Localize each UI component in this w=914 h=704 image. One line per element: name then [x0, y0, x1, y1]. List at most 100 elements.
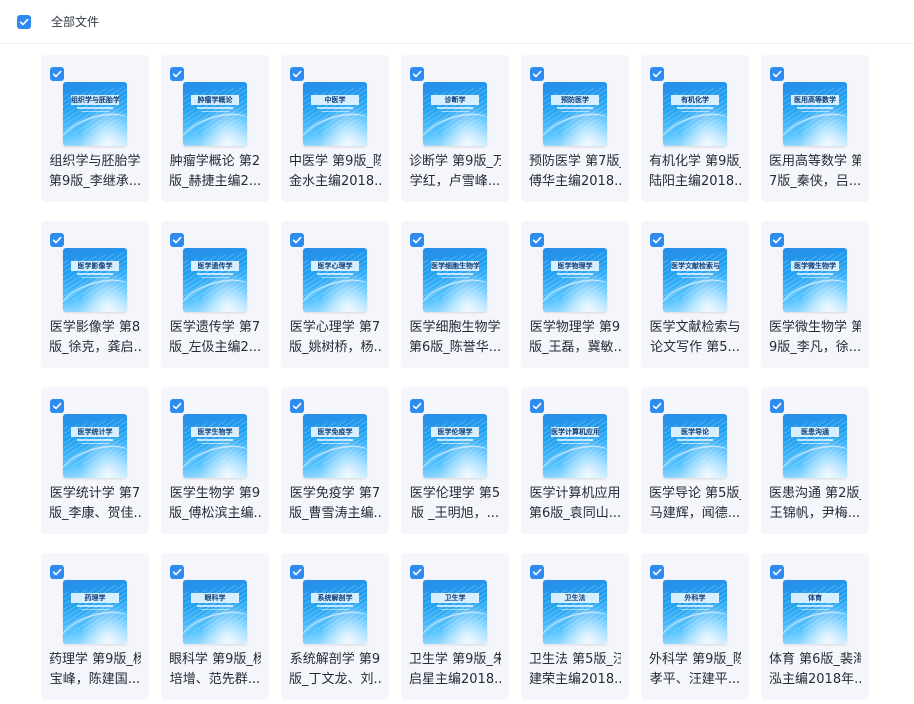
file-card[interactable]: 体育体育 第6版_裴海 泓主编2018年...: [761, 553, 869, 700]
book-cover-thumbnail[interactable]: 外科学: [663, 580, 727, 644]
book-cover-thumbnail[interactable]: 医学遗传学: [183, 248, 247, 312]
book-cover-thumbnail[interactable]: 医学计算机应用: [543, 414, 607, 478]
file-name[interactable]: 外科学 第9版_陈 孝平、汪建平...: [649, 650, 741, 690]
file-name[interactable]: 医学细胞生物学 第6版_陈誉华...: [409, 318, 501, 358]
book-cover-thumbnail[interactable]: 医学物理学: [543, 248, 607, 312]
file-checkbox[interactable]: [410, 399, 424, 413]
book-cover-thumbnail[interactable]: 医学细胞生物学: [423, 248, 487, 312]
file-checkbox[interactable]: [770, 67, 784, 81]
file-card[interactable]: 医学影像学医学影像学 第8 版_徐克，龚启...: [41, 221, 149, 368]
file-card[interactable]: 医学物理学医学物理学 第9 版_王磊，冀敏...: [521, 221, 629, 368]
file-card[interactable]: 医学细胞生物学医学细胞生物学 第6版_陈誉华...: [401, 221, 509, 368]
book-cover-thumbnail[interactable]: 中医学: [303, 82, 367, 146]
book-cover-thumbnail[interactable]: 医学伦理学: [423, 414, 487, 478]
file-checkbox[interactable]: [170, 565, 184, 579]
file-card[interactable]: 医学免疫学医学免疫学 第7 版_曹雪涛主编...: [281, 387, 389, 534]
file-name[interactable]: 医学计算机应用 第6版_袁同山...: [529, 484, 621, 524]
file-card[interactable]: 组织学与胚胎学组织学与胚胎学 第9版_李继承...: [41, 55, 149, 202]
book-cover-thumbnail[interactable]: 预防医学: [543, 82, 607, 146]
file-checkbox[interactable]: [50, 565, 64, 579]
file-name[interactable]: 系统解剖学 第9 版_丁文龙、刘...: [289, 650, 381, 690]
file-name[interactable]: 医学统计学 第7 版_李康、贺佳...: [49, 484, 141, 524]
book-cover-thumbnail[interactable]: 医学统计学: [63, 414, 127, 478]
file-card[interactable]: 医学遗传学医学遗传学 第7 版_左伋主编2...: [161, 221, 269, 368]
file-card[interactable]: 医学伦理学医学伦理学 第5 版 _王明旭，...: [401, 387, 509, 534]
file-checkbox[interactable]: [530, 67, 544, 81]
book-cover-thumbnail[interactable]: 系统解剖学: [303, 580, 367, 644]
file-name[interactable]: 组织学与胚胎学 第9版_李继承...: [49, 152, 141, 192]
file-card[interactable]: 医学微生物学 医学微生物学 第 9版_李凡，徐...: [761, 221, 869, 368]
book-cover-thumbnail[interactable]: 有机化学: [663, 82, 727, 146]
file-checkbox[interactable]: [50, 233, 64, 247]
file-name[interactable]: 肿瘤学概论 第2 版_赫捷主编2...: [169, 152, 261, 192]
book-cover-thumbnail[interactable]: 医学心理学: [303, 248, 367, 312]
file-name[interactable]: 眼科学 第9版_杨 培增、范先群...: [169, 650, 261, 690]
file-name[interactable]: 预防医学 第7版_ 傅华主编2018...: [529, 152, 621, 192]
book-cover-thumbnail[interactable]: 医学免疫学: [303, 414, 367, 478]
file-name[interactable]: 医学伦理学 第5 版 _王明旭，...: [409, 484, 501, 524]
file-card[interactable]: 医学心理学医学心理学 第7 版_姚树桥，杨...: [281, 221, 389, 368]
file-checkbox[interactable]: [290, 233, 304, 247]
file-name[interactable]: 医学生物学 第9 版_傅松滨主编...: [169, 484, 261, 524]
file-name[interactable]: 医学物理学 第9 版_王磊，冀敏...: [529, 318, 621, 358]
file-checkbox[interactable]: [50, 399, 64, 413]
file-card[interactable]: 医患沟通医患沟通 第2版_ 王锦帆，尹梅...: [761, 387, 869, 534]
file-card[interactable]: 有机化学有机化学 第9版_ 陆阳主编2018...: [641, 55, 749, 202]
file-checkbox[interactable]: [290, 399, 304, 413]
select-all-checkbox[interactable]: [17, 15, 31, 29]
file-checkbox[interactable]: [530, 565, 544, 579]
file-checkbox[interactable]: [170, 67, 184, 81]
file-card[interactable]: 眼科学眼科学 第9版_杨 培增、范先群...: [161, 553, 269, 700]
file-name[interactable]: 医学微生物学 第 9版_李凡，徐...: [769, 318, 861, 358]
file-card[interactable]: 诊断学诊断学 第9版_万 学红，卢雪峰...: [401, 55, 509, 202]
file-checkbox[interactable]: [650, 399, 664, 413]
book-cover-thumbnail[interactable]: 医学文献检索与论文写作: [663, 248, 727, 312]
file-checkbox[interactable]: [410, 233, 424, 247]
file-name[interactable]: 中医学 第9版_陈 金水主编2018...: [289, 152, 381, 192]
file-name[interactable]: 有机化学 第9版_ 陆阳主编2018...: [649, 152, 741, 192]
book-cover-thumbnail[interactable]: 医学影像学: [63, 248, 127, 312]
book-cover-thumbnail[interactable]: 医学导论: [663, 414, 727, 478]
file-name[interactable]: 医学遗传学 第7 版_左伋主编2...: [169, 318, 261, 358]
file-card[interactable]: 医学生物学医学生物学 第9 版_傅松滨主编...: [161, 387, 269, 534]
book-cover-thumbnail[interactable]: 眼科学: [183, 580, 247, 644]
file-card[interactable]: 医学统计学医学统计学 第7 版_李康、贺佳...: [41, 387, 149, 534]
file-checkbox[interactable]: [530, 233, 544, 247]
book-cover-thumbnail[interactable]: 肿瘤学概论: [183, 82, 247, 146]
book-cover-thumbnail[interactable]: 卫生学: [423, 580, 487, 644]
file-name[interactable]: 医学影像学 第8 版_徐克，龚启...: [49, 318, 141, 358]
file-card[interactable]: 医学导论医学导论 第5版_ 马建辉，闻德...: [641, 387, 749, 534]
file-card[interactable]: 药理学药理学 第9版_杨 宝峰，陈建国...: [41, 553, 149, 700]
file-checkbox[interactable]: [290, 67, 304, 81]
book-cover-thumbnail[interactable]: 药理学: [63, 580, 127, 644]
file-name[interactable]: 体育 第6版_裴海 泓主编2018年...: [769, 650, 861, 690]
book-cover-thumbnail[interactable]: 体育: [783, 580, 847, 644]
file-card[interactable]: 外科学外科学 第9版_陈 孝平、汪建平...: [641, 553, 749, 700]
file-name[interactable]: 医患沟通 第2版_ 王锦帆，尹梅...: [769, 484, 861, 524]
file-card[interactable]: 医学文献检索与论文写作医学文献检索与论文写作 第5...: [641, 221, 749, 368]
file-name[interactable]: 诊断学 第9版_万 学红，卢雪峰...: [409, 152, 501, 192]
file-card[interactable]: 卫生法卫生法 第5版_汪 建荣主编2018...: [521, 553, 629, 700]
file-checkbox[interactable]: [650, 233, 664, 247]
file-name[interactable]: 卫生法 第5版_汪 建荣主编2018...: [529, 650, 621, 690]
book-cover-thumbnail[interactable]: 组织学与胚胎学: [63, 82, 127, 146]
select-all-label[interactable]: 全部文件: [51, 14, 99, 30]
file-checkbox[interactable]: [410, 565, 424, 579]
file-checkbox[interactable]: [290, 565, 304, 579]
file-checkbox[interactable]: [410, 67, 424, 81]
file-name[interactable]: 医学心理学 第7 版_姚树桥，杨...: [289, 318, 381, 358]
book-cover-thumbnail[interactable]: 医学生物学: [183, 414, 247, 478]
book-cover-thumbnail[interactable]: 诊断学: [423, 82, 487, 146]
file-checkbox[interactable]: [650, 565, 664, 579]
file-card[interactable]: 肿瘤学概论肿瘤学概论 第2 版_赫捷主编2...: [161, 55, 269, 202]
book-cover-thumbnail[interactable]: 卫生法: [543, 580, 607, 644]
book-cover-thumbnail[interactable]: 医患沟通: [783, 414, 847, 478]
file-card[interactable]: 医学计算机应用医学计算机应用 第6版_袁同山...: [521, 387, 629, 534]
file-name[interactable]: 医学导论 第5版_ 马建辉，闻德...: [649, 484, 741, 524]
file-checkbox[interactable]: [770, 565, 784, 579]
book-cover-thumbnail[interactable]: 医用高等数学: [783, 82, 847, 146]
file-card[interactable]: 卫生学 卫生学 第9版_朱 启星主编2018...: [401, 553, 509, 700]
file-name[interactable]: 医学免疫学 第7 版_曹雪涛主编...: [289, 484, 381, 524]
file-name[interactable]: 药理学 第9版_杨 宝峰，陈建国...: [49, 650, 141, 690]
file-name[interactable]: 医用高等数学 第 7版_秦侠，吕...: [769, 152, 861, 192]
